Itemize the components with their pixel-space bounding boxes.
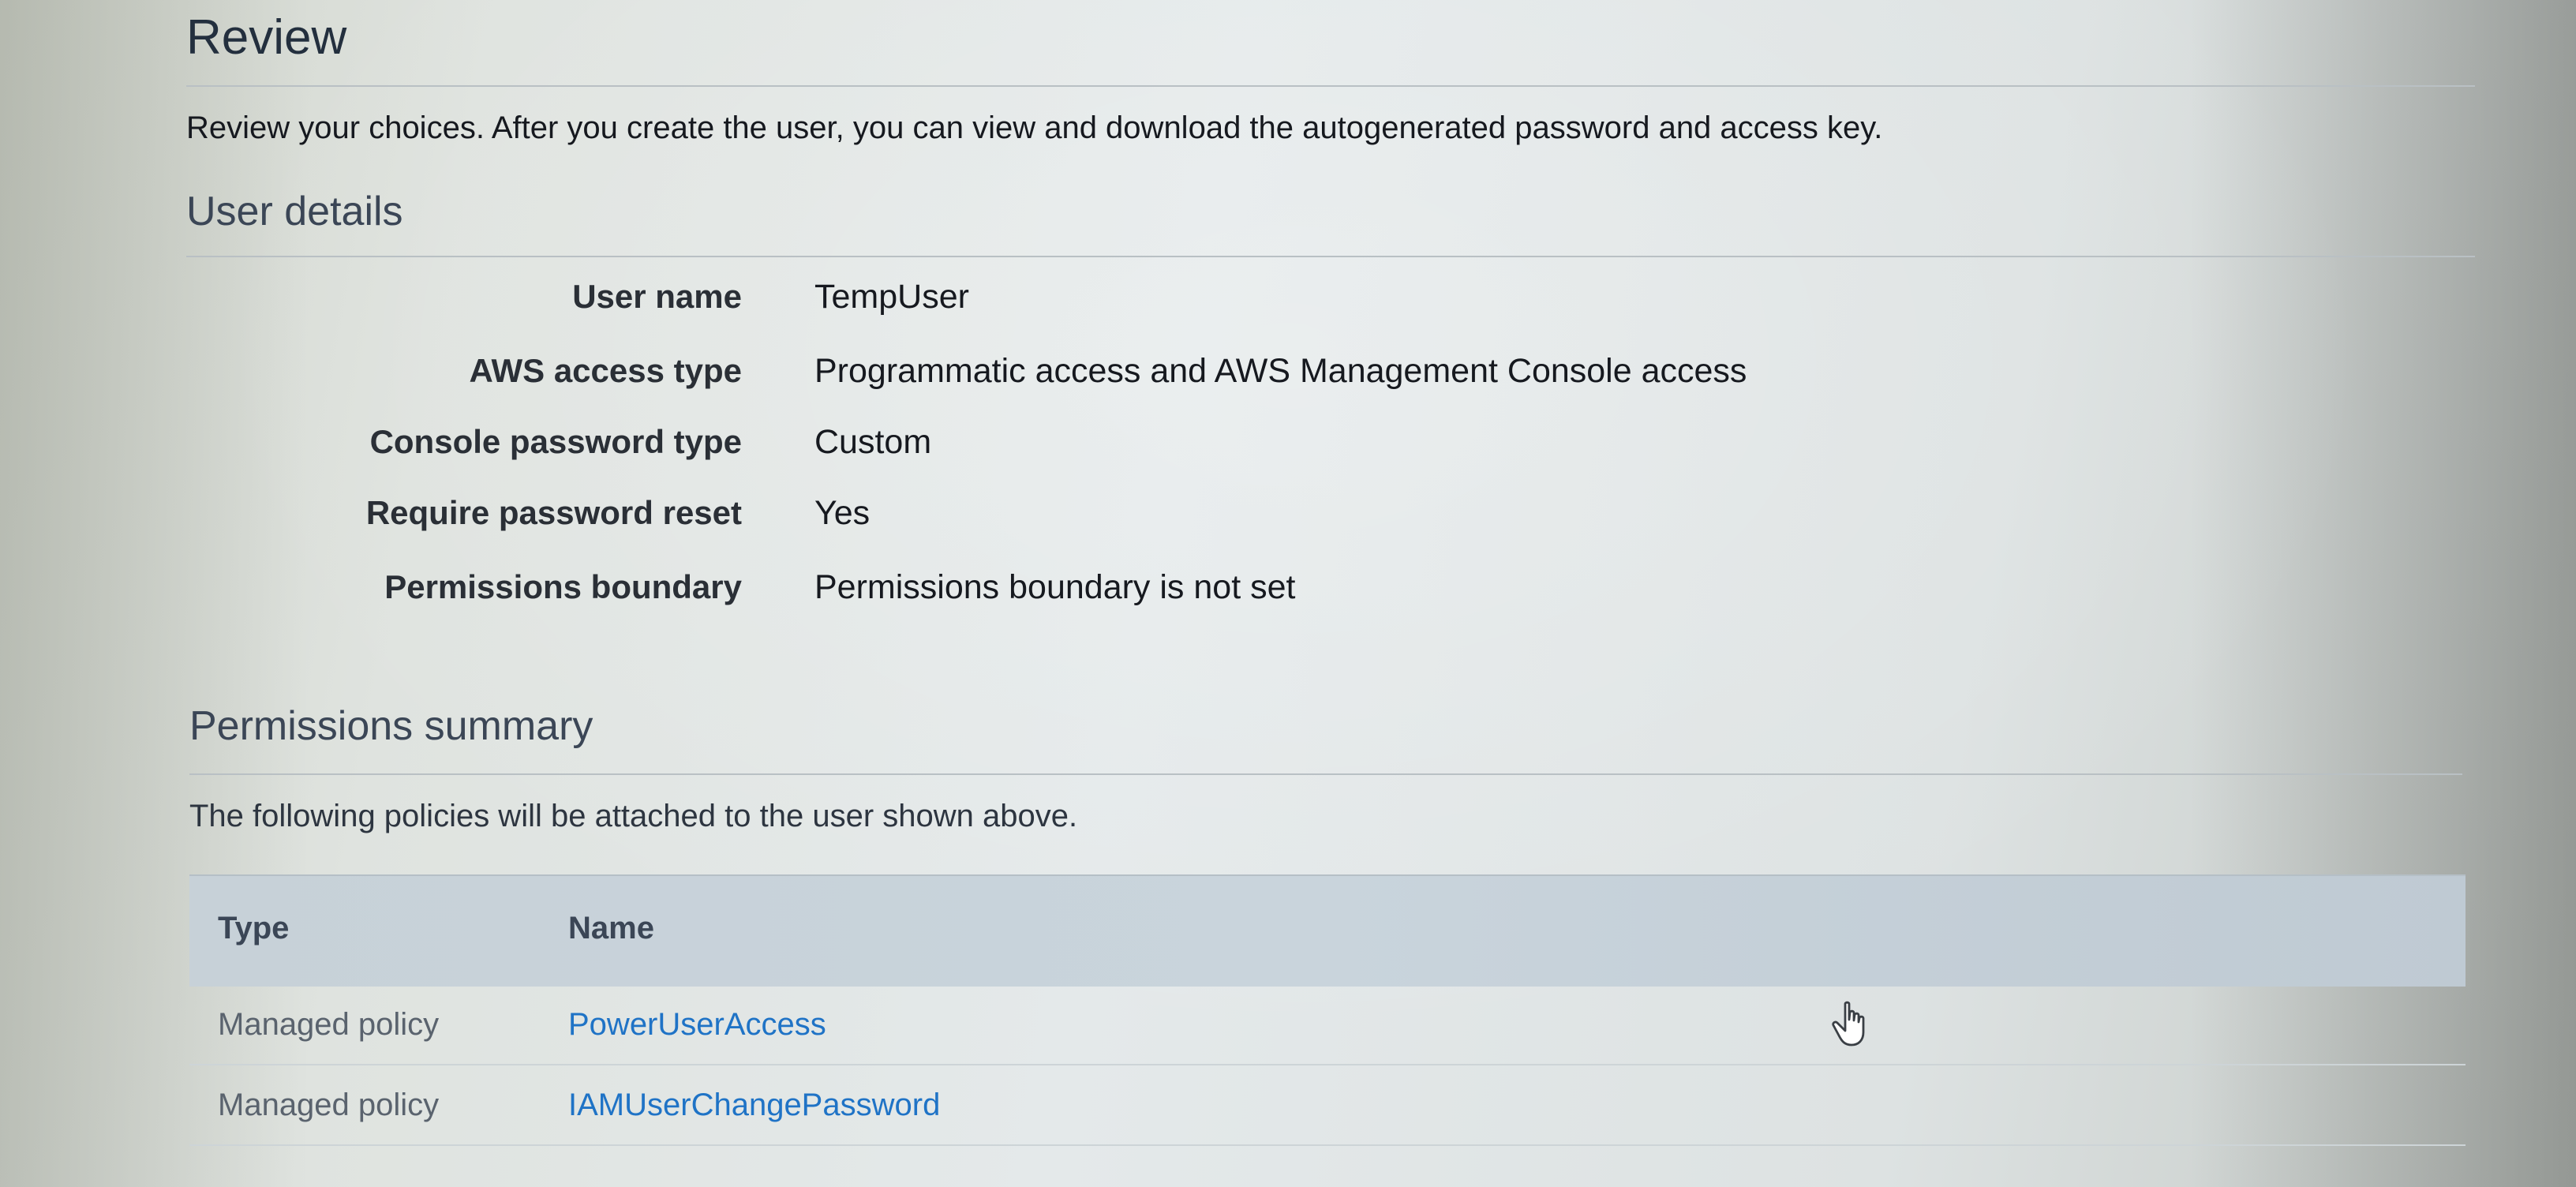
detail-value: Yes bbox=[814, 494, 871, 532]
detail-label: User name bbox=[572, 278, 742, 315]
policy-type: Managed policy bbox=[218, 1007, 440, 1042]
user-details-divider bbox=[186, 256, 2475, 257]
page-title: Review bbox=[186, 10, 347, 65]
permissions-summary-divider bbox=[189, 773, 2462, 775]
table-header: Type Name bbox=[189, 874, 2466, 987]
detail-label: AWS access type bbox=[469, 352, 742, 389]
policy-name-link[interactable]: PowerUserAccess bbox=[568, 1007, 826, 1043]
column-header-name[interactable]: Name bbox=[568, 911, 654, 946]
permissions-summary-heading: Permissions summary bbox=[189, 703, 593, 749]
detail-value: Custom bbox=[814, 423, 932, 461]
detail-row-permissions-boundary: Permissions boundary Permissions boundar… bbox=[186, 568, 1765, 616]
table-row: Managed policy IAMUserChangePassword bbox=[189, 1065, 2466, 1146]
table-row: Managed policy PowerUserAccess bbox=[189, 985, 2466, 1065]
detail-value: Permissions boundary is not set bbox=[814, 568, 1296, 606]
detail-row-access-type: AWS access type Programmatic access and … bbox=[186, 352, 1765, 399]
user-details-heading: User details bbox=[186, 189, 403, 234]
column-header-type[interactable]: Type bbox=[218, 911, 289, 946]
permissions-summary-note: The following policies will be attached … bbox=[189, 799, 1078, 833]
policy-type: Managed policy bbox=[218, 1088, 440, 1122]
title-divider bbox=[186, 85, 2475, 87]
hand-pointer-icon bbox=[1832, 1001, 1865, 1047]
detail-value: TempUser bbox=[814, 278, 969, 316]
detail-value: Programmatic access and AWS Management C… bbox=[814, 352, 1747, 390]
detail-row-password-type: Console password type Custom bbox=[186, 423, 1765, 470]
review-intro-text: Review your choices. After you create th… bbox=[186, 110, 1883, 145]
detail-row-user-name: User name TempUser bbox=[186, 278, 1765, 325]
detail-row-password-reset: Require password reset Yes bbox=[186, 494, 1765, 541]
policy-name-link[interactable]: IAMUserChangePassword bbox=[568, 1088, 940, 1123]
detail-label: Require password reset bbox=[365, 494, 742, 531]
detail-label: Permissions boundary bbox=[384, 568, 742, 605]
detail-label: Console password type bbox=[369, 423, 742, 460]
